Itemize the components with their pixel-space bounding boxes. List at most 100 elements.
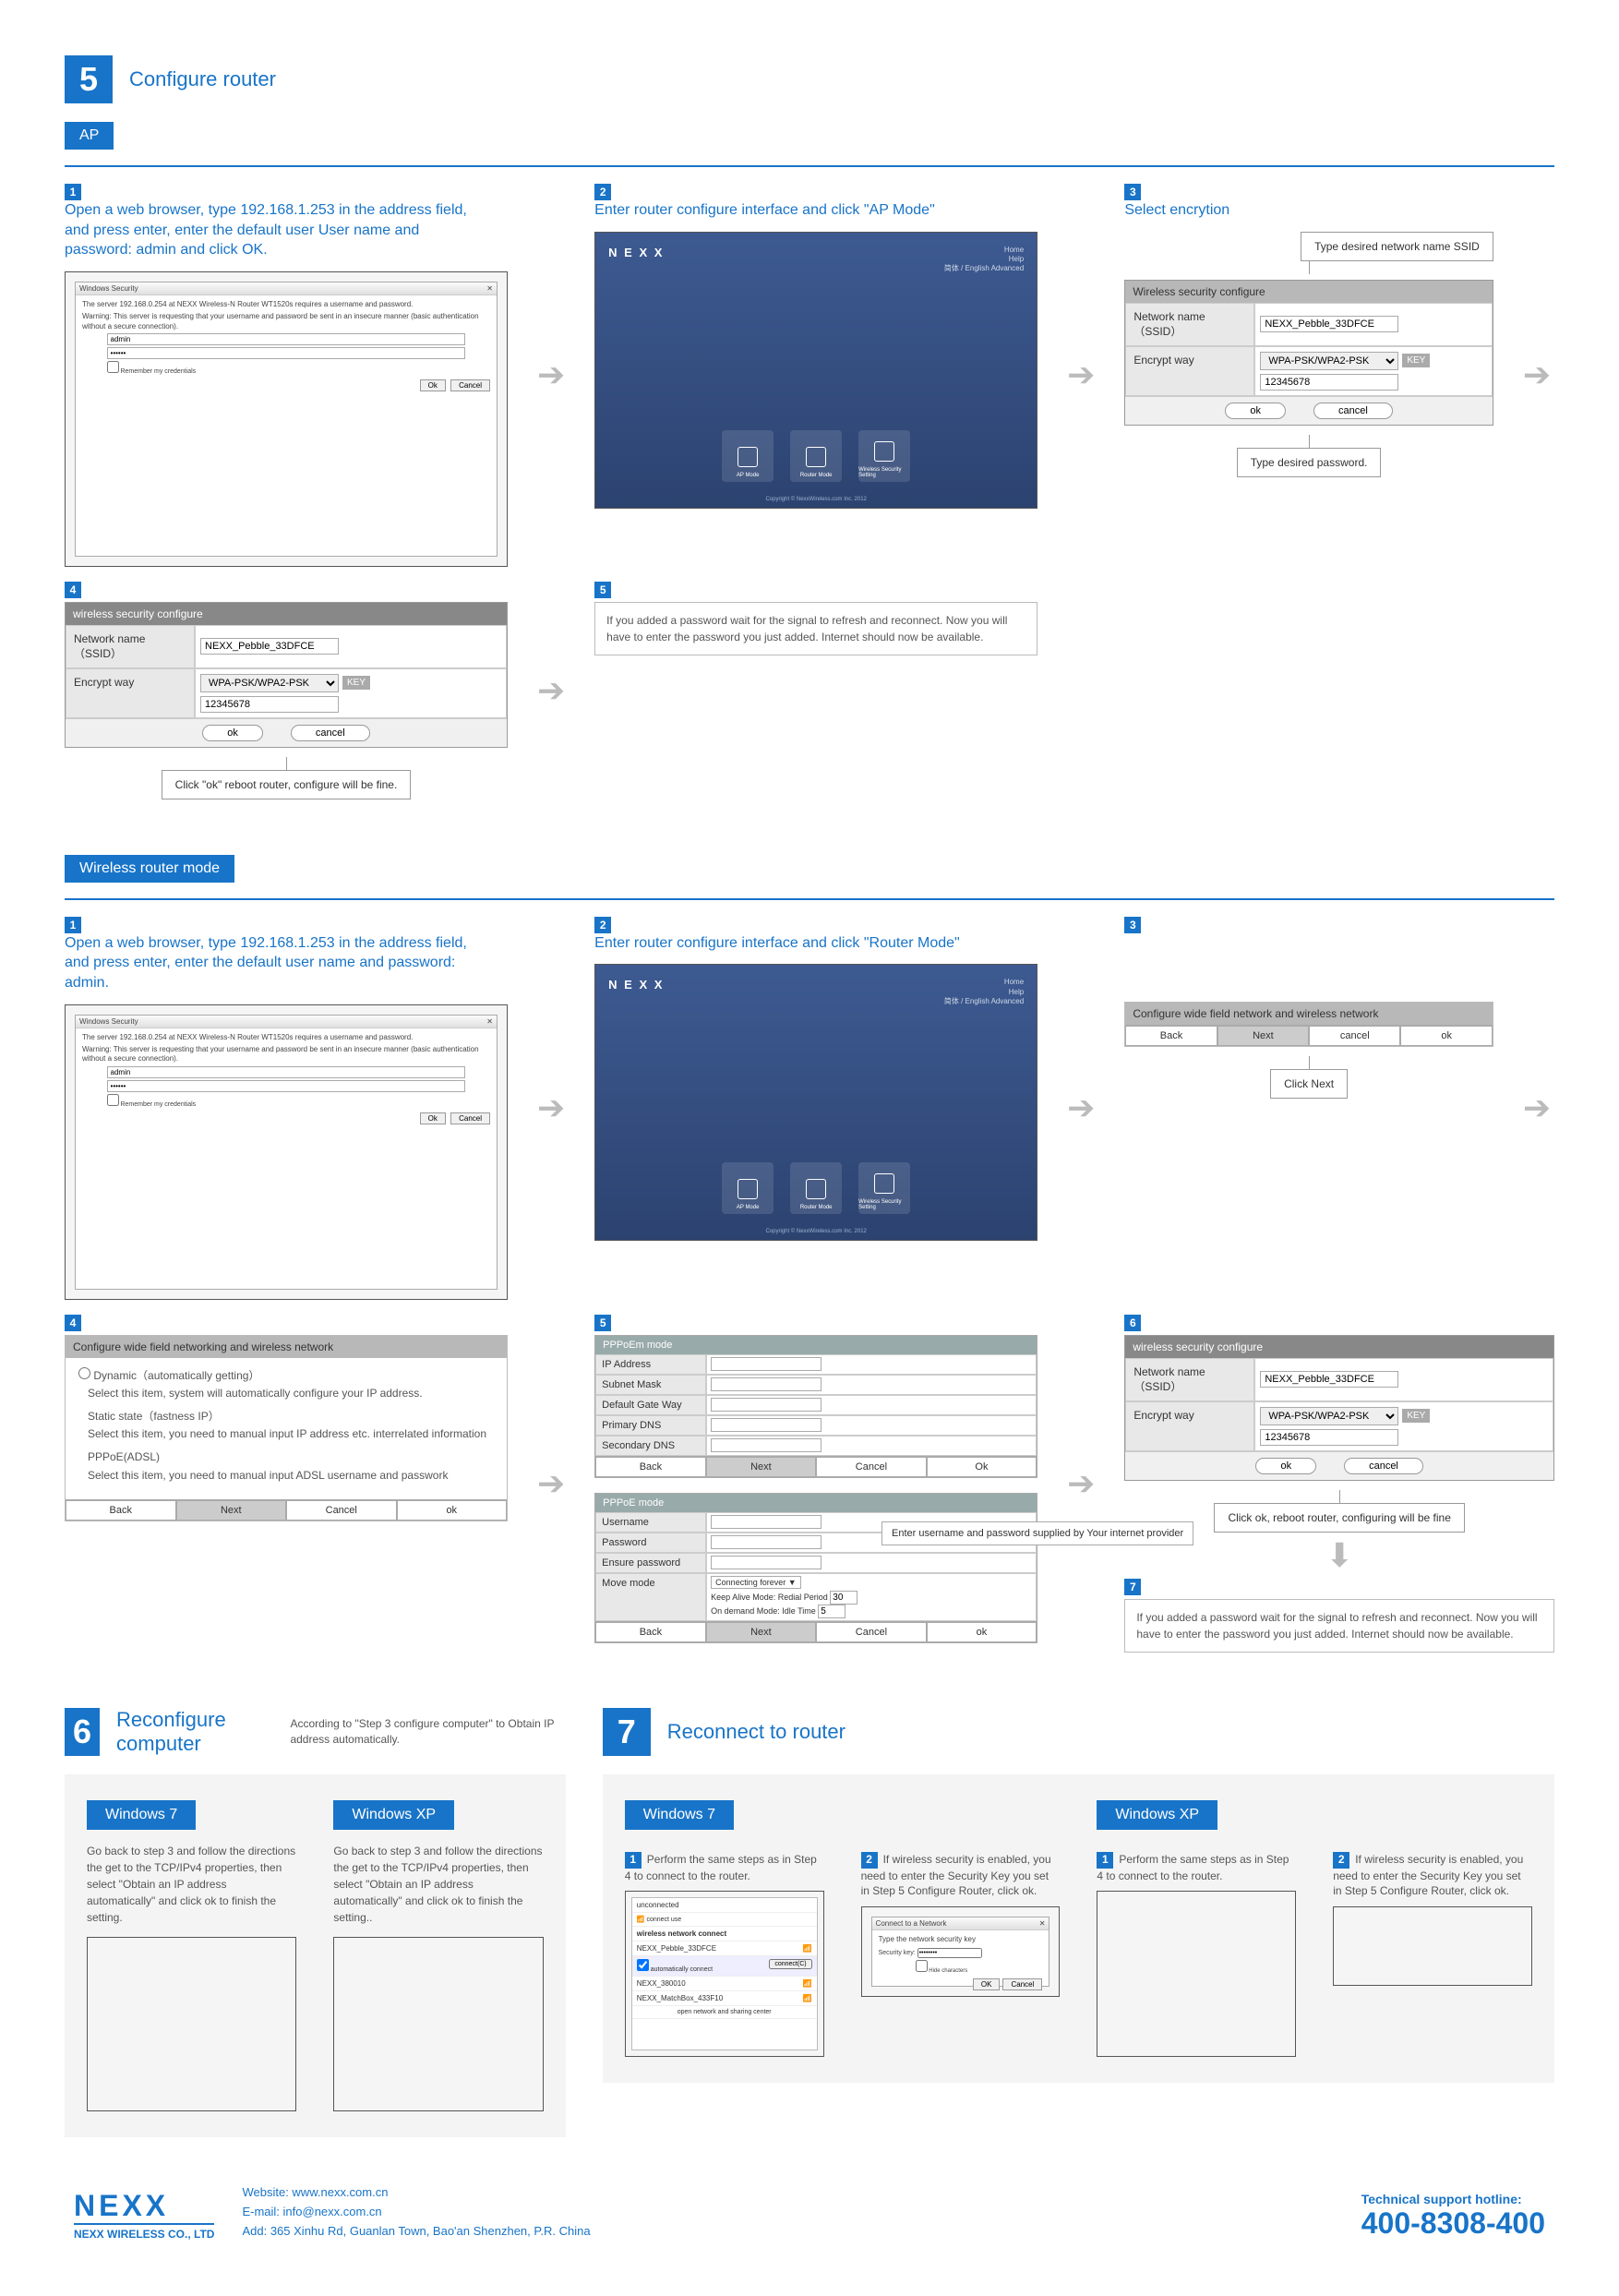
key-input[interactable] — [200, 696, 339, 713]
close-icon[interactable]: ✕ — [1039, 1919, 1046, 1928]
pass-input[interactable] — [711, 1535, 821, 1549]
ok-button[interactable]: Ok — [420, 1112, 446, 1124]
gw-input[interactable] — [711, 1398, 821, 1412]
nexx-ui-routermode: N E X X Home Help 简体 / English Advanced … — [594, 964, 1037, 1241]
next-button[interactable]: Next — [176, 1500, 287, 1521]
router-mode-label: Router Mode — [800, 473, 833, 478]
ok-button[interactable]: ok — [1400, 1026, 1492, 1046]
ssid-input[interactable] — [1260, 316, 1398, 332]
cancel-button[interactable]: Cancel — [450, 1112, 490, 1124]
ok-button[interactable]: ok — [397, 1500, 508, 1521]
cancel-button[interactable]: Cancel — [1002, 1978, 1042, 1990]
rm-step2-text: Enter router configure interface and cli… — [594, 933, 1012, 954]
ssid-label: Network name（SSID） — [1125, 1358, 1254, 1401]
cancel-button[interactable]: cancel — [1309, 1026, 1400, 1046]
step-num-2: 2 — [594, 917, 611, 933]
pppoem-title: PPPoEm mode — [595, 1336, 1037, 1354]
rm-step7-note: If you added a password wait for the sig… — [1124, 1599, 1554, 1653]
cancel-button[interactable]: cancel — [1344, 1458, 1423, 1474]
close-icon[interactable]: ✕ — [486, 284, 493, 293]
rm-row-1: 1 Open a web browser, type 192.168.1.253… — [65, 917, 1554, 1300]
key-input[interactable] — [1260, 374, 1398, 391]
next-button[interactable]: Next — [706, 1622, 817, 1642]
auto-checkbox[interactable] — [637, 1959, 649, 1971]
ok-button[interactable]: Ok — [927, 1457, 1037, 1477]
nexx-topmenu: Home Help 简体 / English Advanced — [944, 246, 1024, 274]
ap-mode-icon[interactable]: AP Mode — [722, 430, 774, 482]
sec-key-input[interactable] — [917, 1948, 982, 1958]
ok-button[interactable]: OK — [973, 1978, 1001, 1990]
router-mode-icon[interactable]: Router Mode — [790, 430, 842, 482]
remember-checkbox[interactable] — [107, 1094, 119, 1106]
cancel-button[interactable]: Cancel — [816, 1622, 927, 1642]
open-sharing-center[interactable]: open network and sharing center — [632, 2006, 817, 2019]
win7-desc: Go back to step 3 and follow the directi… — [87, 1843, 296, 1926]
router-mode-label: Router Mode — [800, 1205, 833, 1210]
net-item-2[interactable]: NEXX_380010 📶 — [632, 1977, 817, 1991]
pdns-input[interactable] — [711, 1418, 821, 1432]
arrow-right-icon: ➔ — [1519, 355, 1554, 394]
net-item-3[interactable]: NEXX_MatchBox_433F10 📶 — [632, 1991, 817, 2006]
radio-dynamic[interactable] — [78, 1367, 90, 1379]
key-input[interactable] — [1260, 1429, 1398, 1446]
cancel-button[interactable]: Cancel — [816, 1457, 927, 1477]
next-button[interactable]: Next — [1217, 1026, 1309, 1046]
opt-pppoe: PPPoE(ADSL) — [88, 1449, 494, 1466]
on-demand-input[interactable] — [818, 1605, 845, 1618]
key-label: KEY — [1402, 354, 1430, 367]
username-input[interactable] — [107, 1066, 466, 1078]
ap-mode-icon[interactable]: AP Mode — [722, 1162, 774, 1214]
windows-security-dialog-2: Windows Security✕ The server 192.168.0.2… — [65, 1004, 508, 1300]
key-label: KEY — [342, 676, 370, 690]
winxp-desc: Go back to step 3 and follow the directi… — [333, 1843, 543, 1926]
pppoe-panel: PPPoE mode Username Password Ensure pass… — [594, 1493, 1037, 1643]
ssid-input[interactable] — [200, 638, 339, 655]
password-input[interactable] — [107, 347, 466, 359]
back-button[interactable]: Back — [595, 1457, 706, 1477]
cancel-button[interactable]: Cancel — [450, 379, 490, 391]
next-button[interactable]: Next — [706, 1457, 817, 1477]
ok-button[interactable]: ok — [1225, 403, 1286, 419]
encrypt-select[interactable]: WPA-PSK/WPA2-PSK — [1260, 1407, 1398, 1425]
step-num-2: 2 — [594, 184, 611, 200]
back-button[interactable]: Back — [1125, 1026, 1217, 1046]
sdns-input[interactable] — [711, 1438, 821, 1452]
ok-button[interactable]: ok — [927, 1622, 1037, 1642]
back-button[interactable]: Back — [66, 1500, 176, 1521]
hide-chars-checkbox[interactable] — [916, 1960, 928, 1972]
wireless-sec-label: Wireless Security Setting — [858, 467, 910, 478]
wireless-security-icon[interactable]: Wireless Security Setting — [858, 430, 910, 482]
ok-button[interactable]: ok — [1255, 1458, 1316, 1474]
encrypt-select[interactable]: WPA-PSK/WPA2-PSK — [200, 674, 339, 692]
wireless-security-icon[interactable]: Wireless Security Setting — [858, 1162, 910, 1214]
encrypt-select[interactable]: WPA-PSK/WPA2-PSK — [1260, 352, 1398, 370]
ok-button[interactable]: ok — [202, 725, 263, 741]
pass-label: Password — [595, 1533, 706, 1553]
password-input[interactable] — [107, 1080, 466, 1092]
ok-button[interactable]: Ok — [420, 379, 446, 391]
back-button[interactable]: Back — [595, 1622, 706, 1642]
keep-alive-input[interactable] — [830, 1591, 857, 1605]
remember-checkbox[interactable] — [107, 361, 119, 373]
cancel-button[interactable]: cancel — [1313, 403, 1393, 419]
win7-security-key-dialog: Connect to a Network✕ Type the network s… — [861, 1906, 1061, 1997]
ap-step3-text: Select encrytion — [1124, 200, 1467, 221]
step-num-2: 2 — [1333, 1852, 1349, 1869]
cancel-button[interactable]: cancel — [291, 725, 370, 741]
ssid-input[interactable] — [1260, 1371, 1398, 1388]
username-input[interactable] — [107, 333, 466, 345]
router-mode-icon[interactable]: Router Mode — [790, 1162, 842, 1214]
ip-input[interactable] — [711, 1357, 821, 1371]
user-input[interactable] — [711, 1515, 821, 1529]
connect-button[interactable]: connect(C) — [769, 1959, 811, 1969]
mask-input[interactable] — [711, 1377, 821, 1391]
section-5-header: 5 Configure router — [65, 55, 1554, 103]
close-icon[interactable]: ✕ — [486, 1017, 493, 1026]
epass-input[interactable] — [711, 1556, 821, 1569]
ip-label: IP Address — [595, 1354, 706, 1375]
section-5-title: Configure router — [129, 67, 276, 91]
addr-label: Add: — [242, 2224, 270, 2238]
net-item-1[interactable]: NEXX_Pebble_33DFCE 📶 — [632, 1941, 817, 1956]
cancel-button[interactable]: Cancel — [286, 1500, 397, 1521]
chevron-down-icon[interactable]: ▼ — [788, 1578, 797, 1587]
